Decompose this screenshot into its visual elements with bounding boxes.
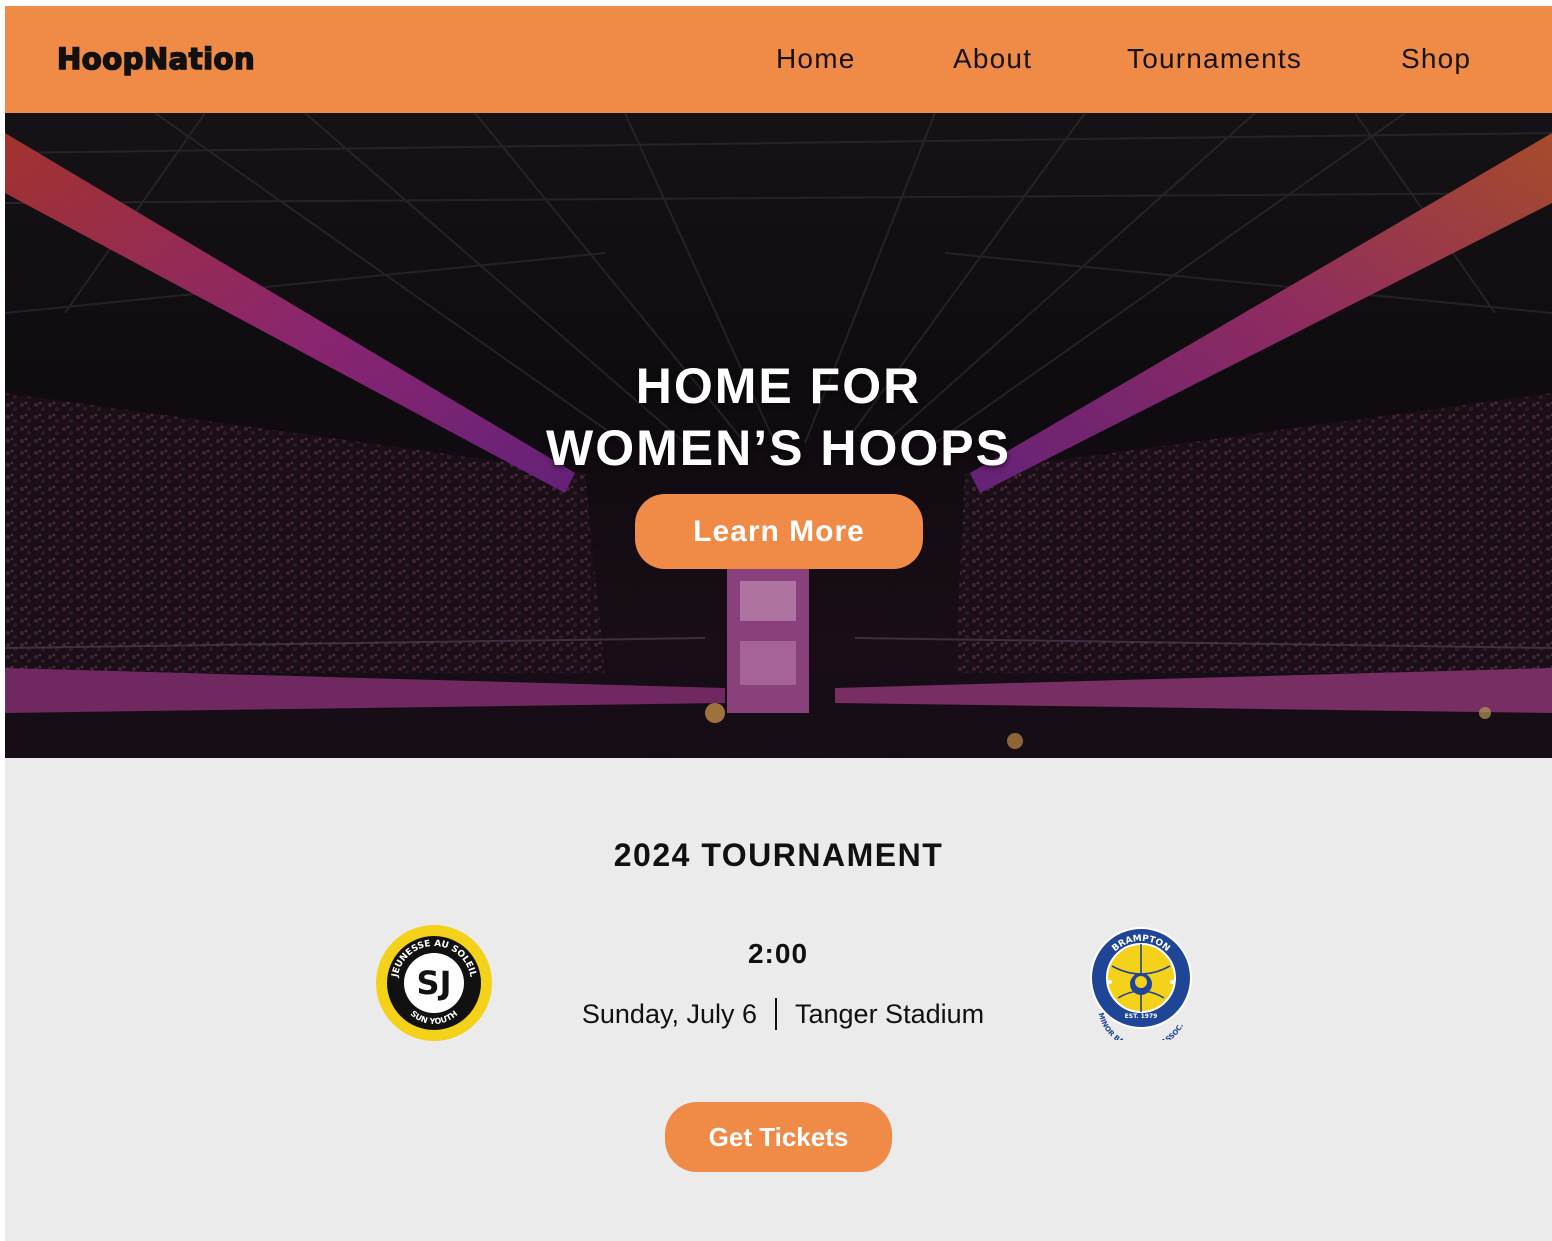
sun-youth-monogram: SJ bbox=[417, 964, 452, 1002]
get-tickets-button[interactable]: Get Tickets bbox=[665, 1102, 892, 1172]
top-navbar: HoopNation Home About Tournaments Shop bbox=[5, 6, 1552, 113]
nav-link-shop[interactable]: Shop bbox=[1401, 43, 1471, 75]
learn-more-button[interactable]: Learn More bbox=[635, 494, 923, 569]
hero-heading: HOME FOR WOMEN’S HOOPS bbox=[5, 355, 1552, 479]
brampton-est-text: EST. 1979 bbox=[1125, 1013, 1158, 1020]
game-date-venue: Sunday, July 6 Tanger Stadium bbox=[565, 994, 1001, 1034]
site-logo[interactable]: HoopNation bbox=[56, 41, 255, 77]
nav-link-home[interactable]: Home bbox=[776, 43, 856, 75]
game-date: Sunday, July 6 bbox=[581, 998, 757, 1029]
hero-heading-line-1: HOME FOR bbox=[635, 357, 922, 414]
hero-banner: HOME FOR WOMEN’S HOOPS Learn More bbox=[5, 113, 1552, 758]
nav-link-tournaments[interactable]: Tournaments bbox=[1127, 43, 1302, 75]
brampton-team-logo[interactable]: BRAMPTON EST. 1979 MINOR BASKETBALL ASSO… bbox=[1088, 926, 1200, 1040]
sun-youth-team-logo[interactable]: JEUNESSE AU SOLEIL SUN YOUTH SJ bbox=[375, 924, 493, 1042]
info-divider bbox=[775, 998, 777, 1030]
game-time: 2:00 bbox=[747, 938, 809, 969]
game-venue: Tanger Stadium bbox=[795, 998, 985, 1029]
hero-heading-line-2: WOMEN’S HOOPS bbox=[546, 419, 1011, 476]
tournament-heading: 2024 TOURNAMENT bbox=[613, 836, 944, 873]
page: HoopNation Home About Tournaments Shop H… bbox=[5, 6, 1552, 1241]
nav-link-about[interactable]: About bbox=[953, 43, 1032, 75]
